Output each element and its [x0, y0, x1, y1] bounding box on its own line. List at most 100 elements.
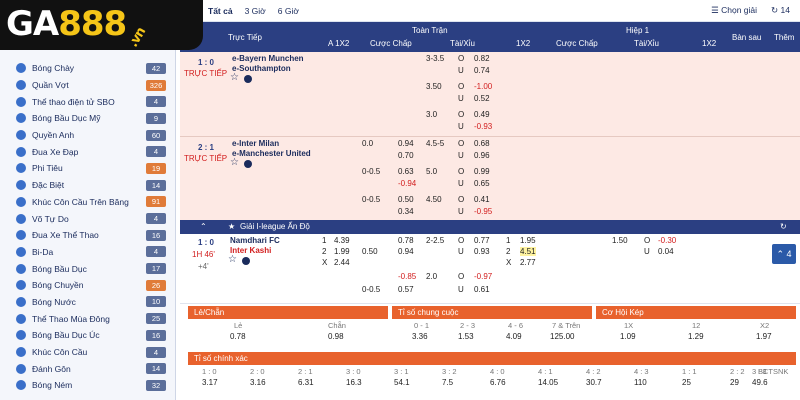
x12-odds[interactable]: 2.44	[334, 258, 350, 267]
over-label: O	[458, 167, 465, 176]
away-team[interactable]: e-Manchester United	[232, 149, 311, 158]
half-under-odds[interactable]: 0.04	[658, 247, 674, 256]
sport-item[interactable]: Khúc Côn Cầu Trên Băng 91	[0, 194, 176, 211]
over-odds[interactable]: -1.00	[474, 82, 492, 91]
double-chance-odds[interactable]: 1.97	[756, 332, 772, 341]
sport-item[interactable]: Đua Xe Đạp 4	[0, 143, 176, 160]
sport-item[interactable]: Phi Tiêu 19	[0, 160, 176, 177]
sport-item[interactable]: Bi-Da 4	[0, 244, 176, 261]
correct-score-odds[interactable]: 6.76	[490, 378, 506, 387]
hcp-away-odds[interactable]: 0.94	[398, 247, 414, 256]
sport-item[interactable]: Đua Xe Thể Thao 16	[0, 227, 176, 244]
sport-item[interactable]: Đánh Gôn 14	[0, 360, 176, 377]
hcp-home-odds[interactable]: 0.63	[398, 167, 414, 176]
over-odds[interactable]: 0.41	[474, 195, 490, 204]
correct-score-odds[interactable]: 6.31	[298, 378, 314, 387]
double-chance-odds[interactable]: 1.09	[620, 332, 636, 341]
favorite-star-icon[interactable]: ☆	[230, 72, 239, 83]
score-range-odds[interactable]: 3.36	[412, 332, 428, 341]
score-range-odds[interactable]: 125.00	[550, 332, 574, 341]
under-odds[interactable]: 0.96	[474, 151, 490, 160]
refresh-button[interactable]: ↻ 14	[771, 5, 790, 16]
correct-score-odds[interactable]: 30.7	[586, 378, 602, 387]
sport-item[interactable]: Thể Thao Mùa Đông 25	[0, 310, 176, 327]
away-team[interactable]: e-Southampton	[232, 64, 291, 73]
collapse-icon[interactable]: ⌃	[200, 222, 207, 231]
under-odds[interactable]: 0.61	[474, 285, 490, 294]
hcp-away-odds[interactable]: 0.70	[398, 151, 414, 160]
over-odds[interactable]: 0.77	[474, 236, 490, 245]
live-stream-icon[interactable]	[242, 256, 250, 265]
choose-league-button[interactable]: ☰ Chọn giải	[711, 5, 757, 16]
sport-item[interactable]: Quần Vợt 326	[0, 77, 176, 94]
over-odds[interactable]: 0.68	[474, 139, 490, 148]
correct-score-odds[interactable]: 14.05	[538, 378, 558, 387]
half-over-odds[interactable]: -0.30	[658, 236, 676, 245]
correct-score-odds[interactable]: 3.16	[250, 378, 266, 387]
hcp-home-odds[interactable]: -0.85	[398, 272, 416, 281]
correct-score-odds[interactable]: 3.17	[202, 378, 218, 387]
favorite-star-icon[interactable]: ☆	[228, 254, 237, 265]
league-header[interactable]: ⌃ ★ Giải I-league Ấn Độ ↻	[180, 220, 800, 234]
half-hcp-odds[interactable]: 1.50	[612, 236, 628, 245]
under-odds[interactable]: 0.74	[474, 66, 490, 75]
hcp-away-odds[interactable]: 0.34	[398, 207, 414, 216]
double-chance-odds[interactable]: 1.29	[688, 332, 704, 341]
hcp-away-odds[interactable]: -0.94	[398, 179, 416, 188]
under-odds[interactable]: 0.65	[474, 179, 490, 188]
x12-odds-highlighted[interactable]: 4.51	[520, 247, 536, 256]
x12-odds[interactable]: 2.77	[520, 258, 536, 267]
correct-score-odds[interactable]: 29	[730, 378, 739, 387]
live-stream-icon[interactable]	[244, 159, 252, 168]
home-team[interactable]: e-Inter Milan	[232, 139, 279, 148]
under-odds[interactable]: 0.93	[474, 247, 490, 256]
sport-item[interactable]: Bóng Ném 32	[0, 377, 176, 394]
correct-score-odds[interactable]: 54.1	[394, 378, 410, 387]
live-stream-icon[interactable]	[244, 74, 252, 83]
sport-item[interactable]: Khúc Côn Cầu 4	[0, 344, 176, 361]
x12-odds[interactable]: 4.39	[334, 236, 350, 245]
home-team[interactable]: Namdhari FC	[230, 236, 280, 245]
tab-6h[interactable]: 6 Giờ	[272, 6, 305, 16]
favorite-star-icon[interactable]: ☆	[230, 157, 239, 168]
x12-odds[interactable]: 1.99	[334, 247, 350, 256]
more-markets-button[interactable]: ⌃ 4	[772, 244, 796, 264]
score-range-odds[interactable]: 1.53	[458, 332, 474, 341]
over-odds[interactable]: 0.82	[474, 54, 490, 63]
sport-item[interactable]: Quyền Anh 60	[0, 127, 176, 144]
refresh-league-icon[interactable]: ↻	[780, 222, 787, 231]
hcp-home-odds[interactable]: 0.94	[398, 139, 414, 148]
tab-all[interactable]: Tất cả	[202, 6, 239, 16]
sport-item[interactable]: Bóng Bầu Dục Úc 16	[0, 327, 176, 344]
sport-item[interactable]: Bóng Chày 42	[0, 60, 176, 77]
odd-odds[interactable]: 0.78	[230, 332, 246, 341]
correct-score-odds[interactable]: 110	[634, 378, 647, 387]
under-odds[interactable]: 0.52	[474, 94, 490, 103]
correct-score-odds[interactable]: 16.3	[346, 378, 362, 387]
even-odds[interactable]: 0.98	[328, 332, 344, 341]
tab-3h[interactable]: 3 Giờ	[239, 6, 272, 16]
score-range-odds[interactable]: 4.09	[506, 332, 522, 341]
under-odds[interactable]: -0.93	[474, 122, 492, 131]
hcp-home-odds[interactable]: 0.78	[398, 236, 414, 245]
hcp-away-odds[interactable]: 0.57	[398, 285, 414, 294]
under-odds[interactable]: -0.95	[474, 207, 492, 216]
over-odds[interactable]: -0.97	[474, 272, 492, 281]
sport-item[interactable]: Thể thao điện tử SBO 4	[0, 93, 176, 110]
sport-item[interactable]: Đặc Biệt 14	[0, 177, 176, 194]
sport-item[interactable]: Bóng Bầu Dục 17	[0, 260, 176, 277]
sport-item[interactable]: Bóng Bầu Dục Mỹ 9	[0, 110, 176, 127]
home-team[interactable]: e-Bayern Munchen	[232, 54, 304, 63]
over-odds[interactable]: 0.49	[474, 110, 490, 119]
sport-count: 17	[146, 263, 166, 275]
correct-score-odds[interactable]: 49.6	[752, 378, 768, 387]
over-odds[interactable]: 0.99	[474, 167, 490, 176]
correct-score-odds[interactable]: 25	[682, 378, 691, 387]
sport-item[interactable]: Bóng Nước 10	[0, 294, 176, 311]
x12-odds[interactable]: 1.95	[520, 236, 536, 245]
site-logo[interactable]: GA888.vn	[0, 0, 203, 50]
correct-score-odds[interactable]: 7.5	[442, 378, 453, 387]
hcp-home-odds[interactable]: 0.50	[398, 195, 414, 204]
sport-item[interactable]: Bóng Chuyền 26	[0, 277, 176, 294]
sport-item[interactable]: Võ Tự Do 4	[0, 210, 176, 227]
